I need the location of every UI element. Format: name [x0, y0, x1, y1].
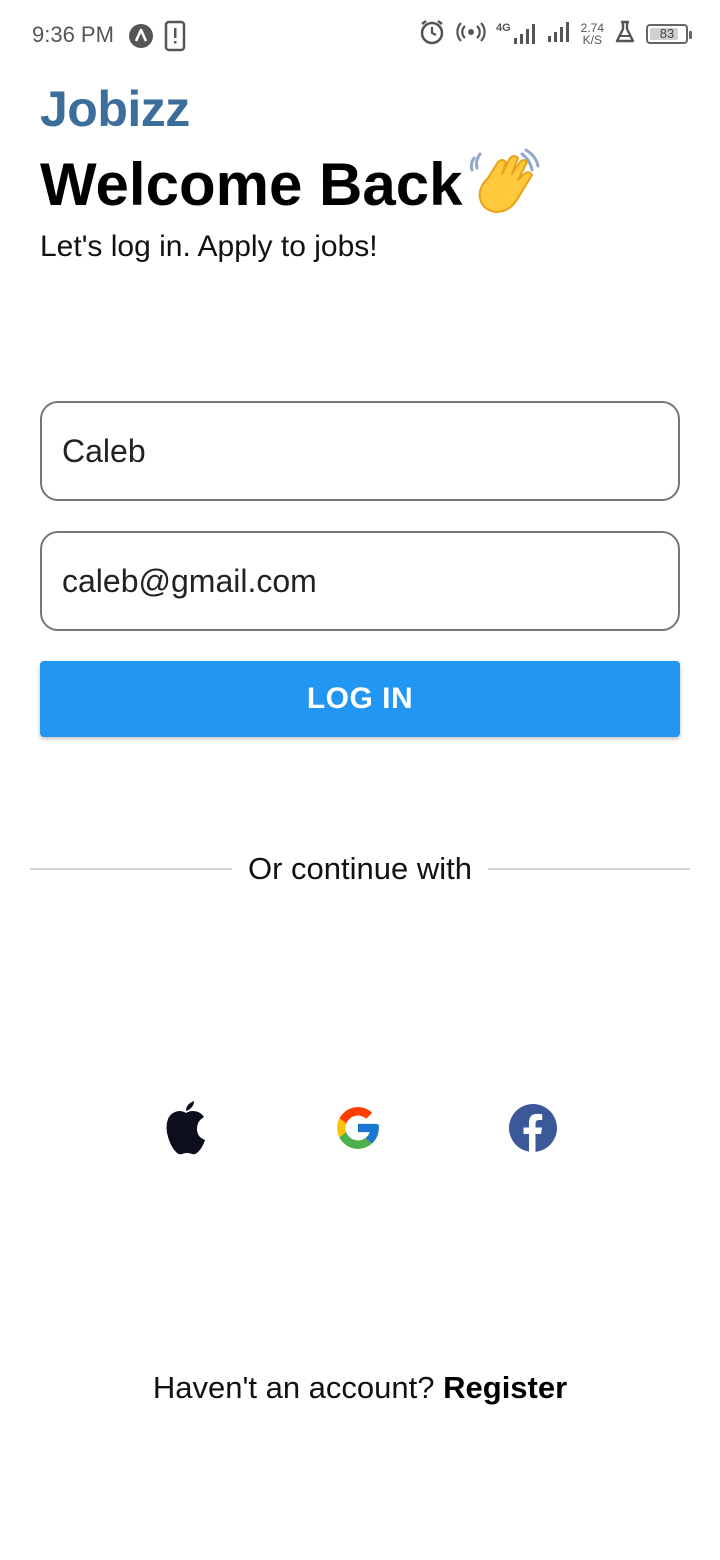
- status-time: 9:36 PM: [32, 22, 114, 47]
- net-speed-value: 2.74: [580, 20, 604, 35]
- battery-icon: 83: [646, 23, 692, 44]
- waving-hand-icon: [466, 148, 542, 220]
- net-speed: 2.74 K/S: [581, 22, 604, 46]
- google-login-button[interactable]: [328, 1100, 388, 1160]
- alert-phone-icon: [164, 20, 186, 57]
- network-type-label: 4G: [495, 21, 511, 34]
- app-a-icon: [128, 23, 154, 54]
- signal-icon: [547, 21, 571, 46]
- status-right-icons: 4G 2.74 K/S 83: [418, 18, 692, 49]
- divider: Or continue with: [30, 848, 690, 890]
- divider-line-left: [30, 868, 232, 870]
- signal-4g-icon: 4G: [495, 21, 537, 45]
- page-title: Welcome Back: [40, 148, 542, 220]
- divider-line-right: [488, 868, 690, 870]
- register-link[interactable]: Register: [443, 1370, 567, 1405]
- register-prompt-text: Haven't an account?: [152, 1370, 435, 1405]
- flask-icon: [614, 20, 636, 47]
- status-left-icons: [128, 20, 186, 57]
- email-field[interactable]: [40, 531, 680, 631]
- net-speed-unit: K/S: [582, 32, 602, 47]
- login-button[interactable]: LOG IN: [40, 661, 680, 737]
- facebook-login-button[interactable]: [503, 1100, 563, 1160]
- google-icon: [333, 1103, 383, 1158]
- email-input[interactable]: [42, 533, 678, 629]
- name-field[interactable]: [40, 401, 680, 501]
- page-subtitle: Let's log in. Apply to jobs!: [40, 230, 378, 263]
- register-prompt: Haven't an account? Register: [0, 1370, 720, 1406]
- apple-login-button[interactable]: [156, 1100, 216, 1160]
- alarm-icon: [418, 18, 446, 49]
- hotspot-icon: [456, 20, 486, 47]
- divider-text: Or continue with: [248, 851, 472, 886]
- status-bar: 9:36 PM 4G 2.74 K/S 83: [0, 0, 720, 72]
- brand-logo-text: Jobizz: [40, 81, 190, 137]
- name-input[interactable]: [42, 403, 678, 499]
- facebook-icon: [508, 1103, 558, 1158]
- apple-icon: [163, 1100, 209, 1160]
- battery-level: 83: [659, 26, 675, 41]
- page-title-text: Welcome Back: [40, 150, 463, 218]
